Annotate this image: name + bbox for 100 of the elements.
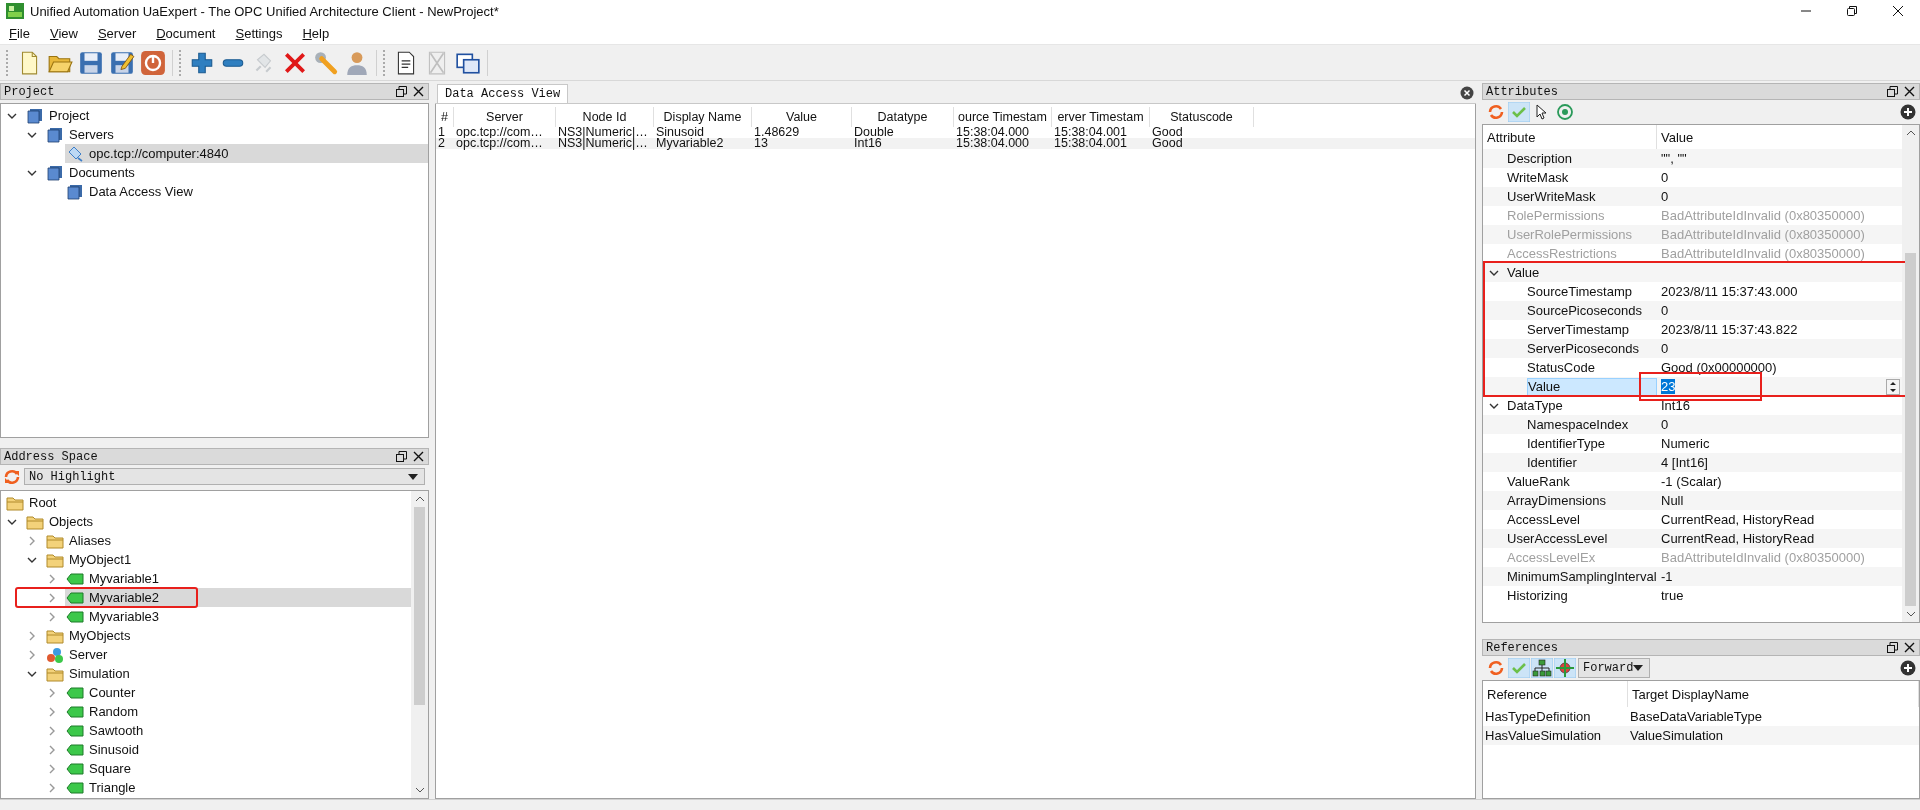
attribute-name[interactable]: DataType xyxy=(1507,396,1567,415)
add-icon[interactable] xyxy=(1900,660,1916,676)
column-header[interactable]: Reference xyxy=(1483,681,1628,707)
spin-arrows-icon[interactable] xyxy=(1886,378,1900,395)
tree-item[interactable]: Simulation xyxy=(45,664,411,683)
add-icon[interactable] xyxy=(1900,104,1916,120)
tree-item[interactable]: Documents xyxy=(45,163,428,182)
tree-item[interactable]: Sawtooth xyxy=(65,721,411,740)
menu-item[interactable]: Settings xyxy=(233,24,285,42)
tree-item[interactable]: MyObjects xyxy=(45,626,411,645)
column-header[interactable]: Datatype xyxy=(852,107,954,127)
tree-item[interactable]: opc.tcp://computer:4840 xyxy=(65,144,428,163)
chevron-right-icon[interactable] xyxy=(27,630,37,641)
tree-item[interactable]: Square xyxy=(65,759,411,778)
chevron-right-icon[interactable] xyxy=(47,706,57,717)
value-spinbox[interactable]: 23 xyxy=(1661,377,1902,396)
power-icon[interactable] xyxy=(140,49,166,76)
tree-item[interactable]: Server xyxy=(45,645,411,664)
scrollbar[interactable] xyxy=(411,491,428,798)
column-header[interactable]: # xyxy=(436,107,454,127)
tree-item[interactable]: Myvariable2 xyxy=(65,588,411,607)
tree-item[interactable]: Data Access View xyxy=(65,182,428,201)
menu-item[interactable]: Help xyxy=(300,24,332,42)
attribute-name[interactable]: ArrayDimensions xyxy=(1507,491,1610,510)
scrollbar[interactable] xyxy=(1902,125,1919,622)
tree-item[interactable]: Counter xyxy=(65,683,411,702)
attribute-name[interactable]: ServerPicoseconds xyxy=(1527,339,1643,358)
tree-item[interactable]: Root xyxy=(5,493,411,512)
restore-icon[interactable] xyxy=(1846,5,1858,17)
tree-item[interactable]: Sinusoid xyxy=(65,740,411,759)
save-icon[interactable] xyxy=(78,49,104,76)
chevron-right-icon[interactable] xyxy=(47,592,57,603)
attribute-name[interactable]: SourceTimestamp xyxy=(1527,282,1636,301)
scroll-up-icon[interactable] xyxy=(414,496,425,502)
tree-item[interactable]: Random xyxy=(65,702,411,721)
attribute-name[interactable]: ValueRank xyxy=(1507,472,1574,491)
menu-item[interactable]: File xyxy=(7,24,32,42)
save-edit-icon[interactable] xyxy=(109,49,135,76)
attribute-name[interactable]: Value xyxy=(1527,377,1657,396)
tree-item[interactable]: Myvariable3 xyxy=(65,607,411,626)
tree-item[interactable]: Aliases xyxy=(45,531,411,550)
attribute-name[interactable]: Identifier xyxy=(1527,453,1581,472)
float-icon[interactable] xyxy=(396,86,407,97)
tree-item[interactable]: Project xyxy=(25,106,428,125)
attribute-name[interactable]: UserAccessLevel xyxy=(1507,529,1612,548)
tree-item[interactable]: MyObject1 xyxy=(45,550,411,569)
chevron-right-icon[interactable] xyxy=(47,611,57,622)
attribute-name[interactable]: SourcePicoseconds xyxy=(1527,301,1646,320)
float-icon[interactable] xyxy=(1887,86,1898,97)
close-icon[interactable] xyxy=(1460,86,1474,100)
attribute-name[interactable]: ServerTimestamp xyxy=(1527,320,1634,339)
column-header[interactable]: Value xyxy=(1657,125,1902,149)
scroll-up-icon[interactable] xyxy=(1905,130,1916,136)
attribute-name[interactable]: Description xyxy=(1507,149,1577,168)
column-header[interactable]: Value xyxy=(752,107,852,127)
menu-item[interactable]: Server xyxy=(95,24,139,42)
close-icon[interactable] xyxy=(413,451,424,462)
attribute-name[interactable]: StatusCode xyxy=(1527,358,1599,377)
scroll-down-icon[interactable] xyxy=(1905,611,1916,617)
tree-item[interactable]: Servers xyxy=(45,125,428,144)
attribute-name[interactable]: MinimumSamplingInterval xyxy=(1507,567,1661,586)
float-icon[interactable] xyxy=(1887,642,1898,653)
direction-dropdown[interactable]: Forward xyxy=(1578,658,1651,678)
column-header[interactable]: ource Timestam xyxy=(954,107,1052,127)
attribute-name[interactable]: IdentifierType xyxy=(1527,434,1610,453)
attribute-name[interactable]: NamespaceIndex xyxy=(1527,415,1633,434)
chevron-right-icon[interactable] xyxy=(27,535,37,546)
chevron-right-icon[interactable] xyxy=(47,573,57,584)
column-header[interactable]: Display Name xyxy=(654,107,752,127)
attribute-name[interactable]: Historizing xyxy=(1507,586,1572,605)
attribute-name[interactable]: UserWriteMask xyxy=(1507,187,1600,206)
refresh-icon[interactable] xyxy=(3,468,21,485)
attribute-name[interactable]: Value xyxy=(1507,263,1544,282)
chevron-right-icon[interactable] xyxy=(27,649,37,660)
column-header[interactable]: Node Id xyxy=(556,107,654,127)
column-header[interactable]: erver Timestam xyxy=(1052,107,1150,127)
attribute-name[interactable]: AccessLevel xyxy=(1507,510,1584,529)
close-icon[interactable] xyxy=(1904,642,1915,653)
tree-item[interactable]: Myvariable1 xyxy=(65,569,411,588)
attribute-name[interactable]: WriteMask xyxy=(1507,168,1573,187)
check-icon[interactable] xyxy=(1508,658,1530,678)
chevron-right-icon[interactable] xyxy=(47,782,57,793)
scroll-down-icon[interactable] xyxy=(414,787,425,793)
highlight-dropdown[interactable]: No Highlight xyxy=(24,468,425,485)
chevron-right-icon[interactable] xyxy=(47,687,57,698)
tree-item[interactable]: Triangle xyxy=(65,778,411,797)
close-icon[interactable] xyxy=(413,86,424,97)
hierarchy-icon[interactable] xyxy=(1531,658,1553,678)
document-tab[interactable]: Data Access View xyxy=(437,84,569,103)
close-icon[interactable] xyxy=(1904,86,1915,97)
menu-item[interactable]: View xyxy=(47,24,80,42)
chevron-right-icon[interactable] xyxy=(47,725,57,736)
close-icon[interactable] xyxy=(1892,5,1904,17)
tree-item[interactable]: Objects xyxy=(25,512,411,531)
crosshair-icon[interactable] xyxy=(1554,658,1576,678)
column-header[interactable]: Server xyxy=(454,107,556,127)
chevron-right-icon[interactable] xyxy=(47,763,57,774)
float-icon[interactable] xyxy=(396,451,407,462)
column-header[interactable]: Target DisplayName xyxy=(1628,681,1919,707)
check-icon[interactable] xyxy=(1508,102,1530,122)
